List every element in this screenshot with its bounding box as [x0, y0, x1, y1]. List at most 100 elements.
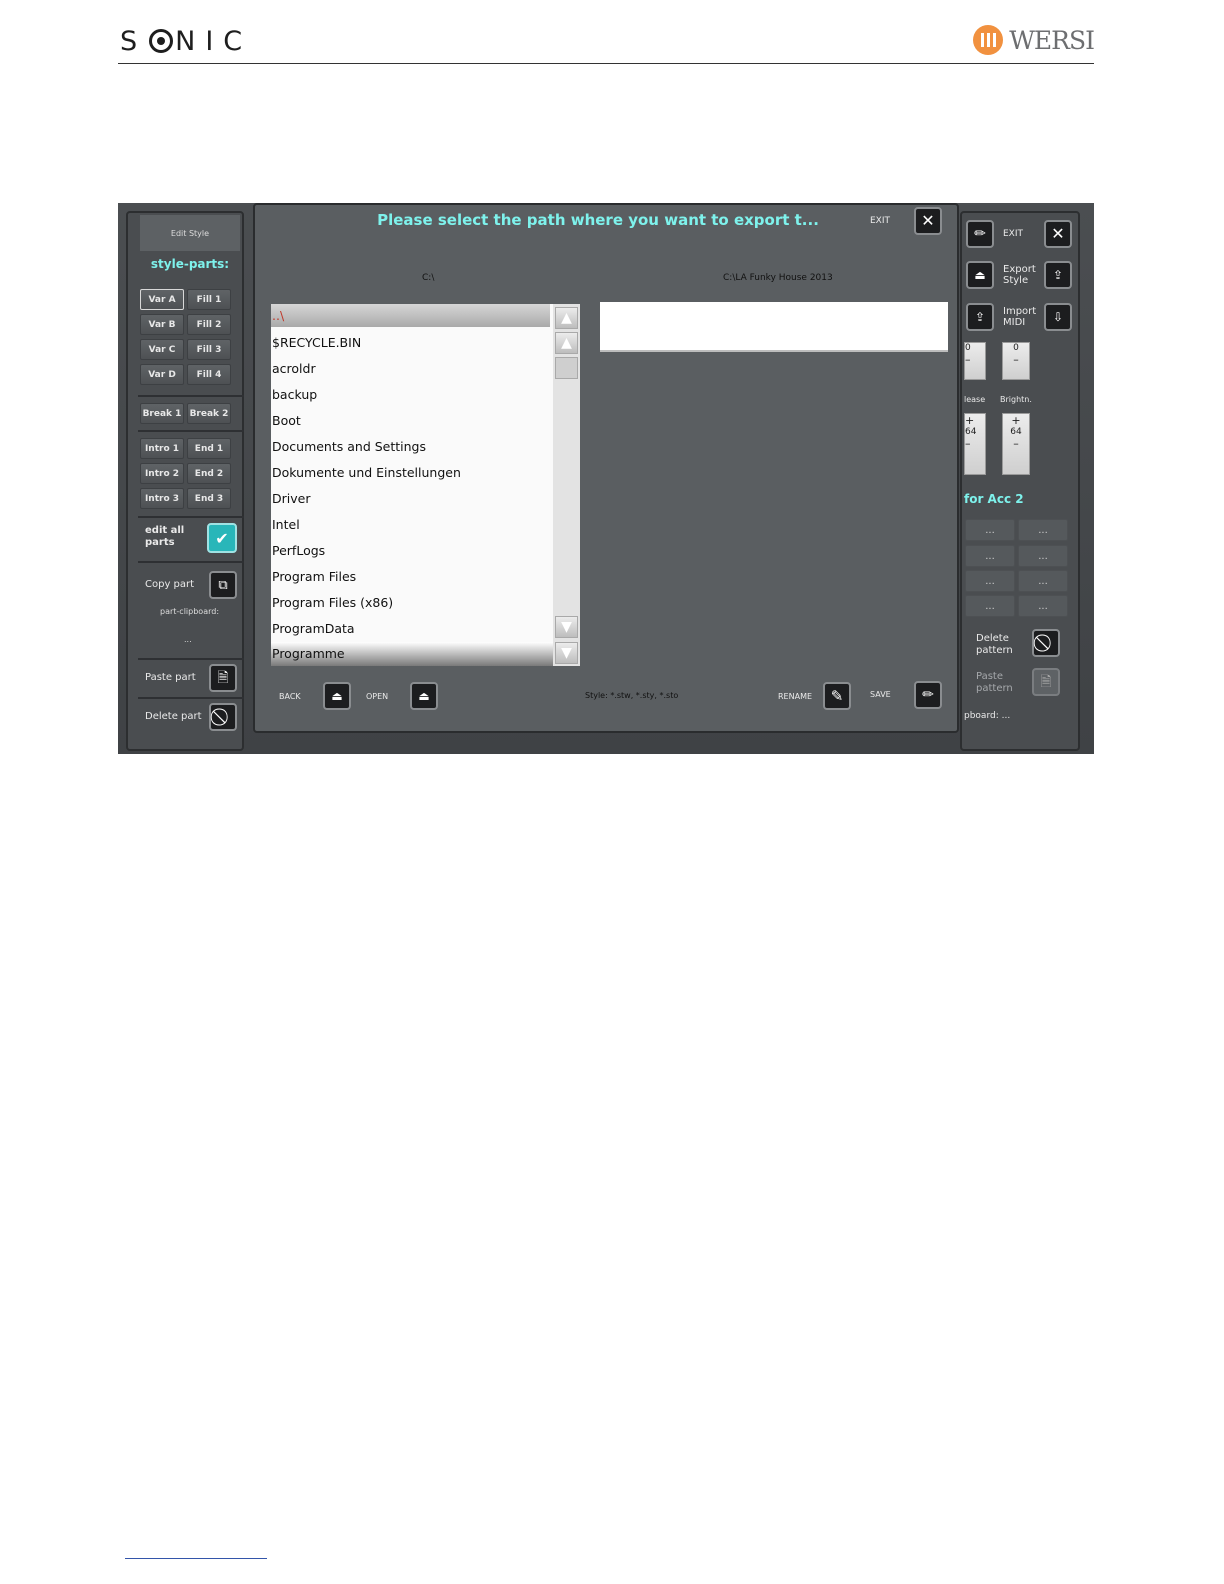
part-button-var-d[interactable]: Var D [140, 364, 184, 385]
scroll-thumb[interactable] [555, 357, 578, 379]
page-up-icon[interactable]: ▲ [555, 307, 578, 329]
part-button-fill-2[interactable]: Fill 2 [187, 314, 231, 335]
export-style-label: Export Style [1003, 264, 1036, 286]
import-midi-button[interactable]: ⇩ [1044, 303, 1072, 331]
checkmark-icon: ✔ [215, 528, 229, 548]
paste-part-label: Paste part [145, 672, 196, 683]
list-item[interactable]: Documents and Settings [271, 434, 556, 460]
acc-cell[interactable]: ... [965, 595, 1015, 617]
save-label: SAVE [870, 690, 891, 699]
export-style-left-button[interactable]: ⏏ [966, 261, 994, 289]
header-divider [118, 63, 1094, 64]
part-button-var-a[interactable]: Var A [140, 289, 184, 310]
value-field[interactable]: 0– [964, 342, 986, 380]
end-1-button[interactable]: End 1 [187, 438, 231, 459]
intro-2-button[interactable]: Intro 2 [140, 463, 184, 484]
list-item[interactable]: acroldr [271, 356, 556, 382]
save-button[interactable]: ✏ [914, 681, 942, 709]
section-title: style-parts: [150, 257, 230, 271]
folder-up-icon: ⏏ [331, 689, 343, 703]
paste-document-icon: 🗎 [1040, 674, 1052, 690]
list-item[interactable]: Intel [271, 512, 556, 538]
list-item[interactable]: Dokumente und Einstellungen [271, 460, 556, 486]
break-1-button[interactable]: Break 1 [140, 403, 184, 424]
open-button[interactable]: ⏏ [410, 682, 438, 710]
rename-button[interactable]: ✎ [823, 682, 851, 710]
release-slider[interactable]: +64– [964, 413, 986, 475]
intro-1-button[interactable]: Intro 1 [140, 438, 184, 459]
file-filter: Style: *.stw, *.sty, *.sto [585, 691, 679, 700]
part-button-fill-3[interactable]: Fill 3 [187, 339, 231, 360]
paste-part-button[interactable]: 🗎 [209, 664, 237, 692]
wersi-logo: WERSI [973, 25, 1095, 55]
dialog-exit-label: EXIT [870, 216, 891, 226]
value-field[interactable]: 0– [1002, 342, 1030, 380]
edit-icon: ✎ [830, 686, 844, 705]
part-button-fill-1[interactable]: Fill 1 [187, 289, 231, 310]
brightness-slider[interactable]: +64– [1002, 413, 1030, 475]
right-exit-button[interactable]: ✕ [1044, 220, 1072, 248]
part-button-fill-4[interactable]: Fill 4 [187, 364, 231, 385]
list-item[interactable]: Driver [271, 486, 556, 512]
list-item[interactable]: Program Files [271, 564, 556, 590]
list-item[interactable]: Boot [271, 408, 556, 434]
paste-pattern-label: Paste pattern [976, 671, 1013, 694]
footer-link-underline [125, 1558, 267, 1559]
import-midi-label: Import MIDI [1003, 306, 1037, 328]
acc-cell[interactable]: ... [965, 545, 1015, 567]
list-item[interactable]: Programme [271, 642, 556, 666]
right-panel [960, 211, 1080, 751]
acc-cell[interactable]: ... [1018, 595, 1068, 617]
edit-all-checkbox[interactable]: ✔ [207, 523, 237, 553]
scroll-up-icon[interactable]: ▲ [555, 332, 578, 354]
part-button-var-c[interactable]: Var C [140, 339, 184, 360]
list-item[interactable]: backup [271, 382, 556, 408]
delete-pattern-button[interactable]: ⃠ [1032, 629, 1060, 657]
scroll-down-icon[interactable]: ▼ [555, 616, 578, 638]
acc-cell[interactable]: ... [1018, 519, 1068, 541]
part-button-var-b[interactable]: Var B [140, 314, 184, 335]
list-item[interactable]: Program Files (x86) [271, 590, 556, 616]
divider [138, 561, 244, 563]
import-midi-left-button[interactable]: ⇪ [966, 303, 994, 331]
copy-part-button[interactable]: ⧉ [209, 571, 237, 599]
list-item[interactable]: PerfLogs [271, 538, 556, 564]
usb-button[interactable]: ✏ [966, 220, 994, 248]
acc-cell[interactable]: ... [965, 570, 1015, 592]
upload-icon: ⇪ [974, 310, 986, 324]
back-button[interactable]: ⏏ [323, 682, 351, 710]
list-item[interactable]: ProgramData [271, 616, 556, 642]
close-icon: ✕ [921, 211, 935, 230]
paste-pattern-button[interactable]: 🗎 [1032, 668, 1060, 696]
divider [138, 430, 244, 432]
acc-cell[interactable]: ... [1018, 570, 1068, 592]
dialog-title: Please select the path where you want to… [377, 211, 819, 229]
target-preview [600, 302, 948, 352]
paste-document-icon: 🗎 [217, 670, 229, 686]
divider [138, 658, 244, 660]
clipboard-value: ... [184, 635, 192, 644]
acc-cell[interactable]: ... [965, 519, 1015, 541]
wersi-mark-icon [973, 25, 1004, 55]
divider [138, 395, 244, 397]
end-2-button[interactable]: End 2 [187, 463, 231, 484]
break-2-button[interactable]: Break 2 [187, 403, 231, 424]
list-item-parent[interactable]: ..\ [271, 304, 556, 327]
delete-part-button[interactable]: ⃠ [209, 703, 237, 731]
dialog-exit-button[interactable]: ✕ [914, 207, 942, 235]
clipboard-label: part-clipboard: [160, 607, 220, 616]
acc-cell[interactable]: ... [1018, 545, 1068, 567]
page-down-icon[interactable]: ▼ [555, 642, 578, 664]
list-item[interactable]: $RECYCLE.BIN [271, 330, 556, 356]
acc-title: for Acc 2 [964, 492, 1024, 506]
delete-part-label: Delete part [145, 711, 202, 722]
export-style-button[interactable]: ⇪ [1044, 261, 1072, 289]
scrollbar[interactable]: ▲ ▲ ▼ ▼ [553, 304, 580, 666]
screenshot: Edit Style style-parts: Var A Fill 1 Var… [118, 203, 1094, 754]
download-icon: ⇩ [1052, 310, 1064, 324]
file-list[interactable]: ..\ $RECYCLE.BIN acroldr backup Boot Doc… [271, 304, 580, 666]
intro-3-button[interactable]: Intro 3 [140, 488, 184, 509]
end-3-button[interactable]: End 3 [187, 488, 231, 509]
brightness-label: Brightn. [1000, 395, 1032, 404]
left-panel-title: Edit Style [140, 215, 240, 251]
